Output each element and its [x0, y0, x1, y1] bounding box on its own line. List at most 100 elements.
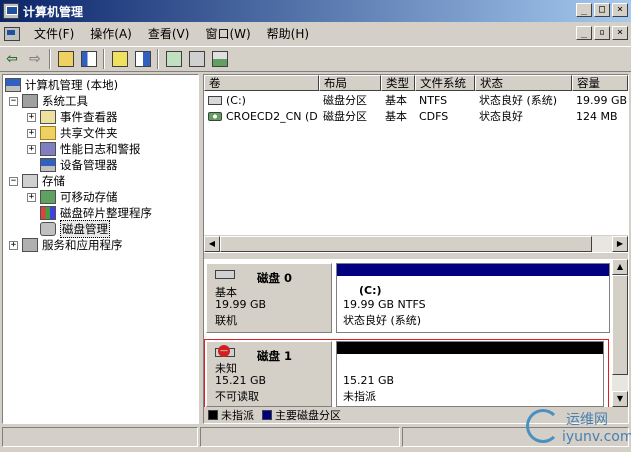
disk-size: 19.99 GB	[215, 298, 267, 311]
services-apps-icon	[22, 238, 38, 252]
tree-item-system-tools[interactable]: − 系统工具	[9, 93, 88, 109]
tree-item-label: 性能日志和警报	[60, 142, 141, 156]
child-minimize-button[interactable]: _	[576, 26, 592, 40]
removable-storage-icon	[40, 190, 56, 204]
partition-status: 未指派	[343, 390, 376, 403]
minimize-button[interactable]: _	[576, 3, 592, 17]
help-button[interactable]	[109, 48, 131, 70]
column-volume[interactable]: 卷	[204, 75, 319, 91]
tree-item-label: 设备管理器	[60, 158, 118, 172]
export-list-button[interactable]	[132, 48, 154, 70]
export-list-icon	[135, 51, 151, 67]
table-row[interactable]: (C:) 磁盘分区 基本 NTFS 状态良好 (系统) 19.99 GB	[204, 93, 628, 109]
properties-icon	[189, 51, 205, 67]
primary-partition-bar	[337, 264, 609, 276]
toolbar-separator	[49, 49, 51, 69]
status-cell	[200, 427, 400, 447]
tree-item-label: 磁盘碎片整理程序	[60, 206, 152, 220]
volume-layout: 磁盘分区	[323, 110, 367, 123]
column-filesystem[interactable]: 文件系统	[415, 75, 475, 91]
collapse-icon[interactable]: −	[9, 176, 18, 186]
event-viewer-icon	[40, 110, 56, 124]
tree-item-root[interactable]: 计算机管理 (本地)	[5, 77, 118, 93]
expand-icon[interactable]: +	[9, 240, 18, 250]
disk-settings-button[interactable]	[209, 48, 231, 70]
partition-detail: 19.99 GB NTFS	[343, 298, 426, 311]
tree-item-removable-storage[interactable]: + 可移动存储	[27, 189, 118, 205]
scroll-up-icon[interactable]: ▲	[612, 259, 628, 275]
tree-item-defrag[interactable]: 磁盘碎片整理程序	[40, 205, 152, 221]
volume-list: 卷 布局 类型 文件系统 状态 容量 (C:) 磁盘分区 基本 NTFS 状态良…	[204, 75, 628, 253]
horizontal-scrollbar[interactable]: ◀ ▶	[204, 235, 628, 252]
toolbar-separator	[103, 49, 105, 69]
disk-status: 不可读取	[215, 390, 259, 403]
volume-capacity: 124 MB	[576, 110, 618, 123]
partition-c[interactable]: (C:) 19.99 GB NTFS 状态良好 (系统)	[336, 263, 610, 333]
up-one-level-button[interactable]	[55, 48, 77, 70]
show-hide-tree-icon	[81, 51, 97, 67]
column-status[interactable]: 状态	[475, 75, 572, 91]
partition-detail: 15.21 GB	[343, 374, 395, 387]
menu-help[interactable]: 帮助(H)	[259, 24, 317, 44]
volume-capacity: 19.99 GB	[576, 94, 628, 107]
menu-window[interactable]: 窗口(W)	[197, 24, 258, 44]
disk-1-info[interactable]: 磁盘 1 未知 15.21 GB 不可读取	[206, 341, 332, 407]
table-row[interactable]: CROECD2_CN (D:) 磁盘分区 基本 CDFS 状态良好 124 MB	[204, 109, 628, 125]
forward-button[interactable]: ⇨	[24, 48, 46, 70]
child-restore-button[interactable]: ▫	[594, 26, 610, 40]
unallocated-swatch	[208, 410, 218, 420]
status-cell	[2, 427, 198, 447]
menu-file[interactable]: 文件(F)	[26, 24, 82, 44]
collapse-icon[interactable]: −	[9, 96, 18, 106]
tree-item-shared-folders[interactable]: + 共享文件夹	[27, 125, 118, 141]
vertical-scrollbar[interactable]: ▲ ▼	[612, 259, 628, 407]
child-close-button[interactable]: ×	[612, 26, 628, 40]
scroll-right-icon[interactable]: ▶	[612, 236, 628, 252]
tree-item-disk-management[interactable]: 磁盘管理	[40, 220, 110, 238]
expand-icon[interactable]: +	[27, 192, 36, 202]
back-button[interactable]: ⇦	[1, 48, 23, 70]
expand-icon[interactable]: +	[27, 144, 36, 154]
tree-item-perf-logs[interactable]: + 性能日志和警报	[27, 141, 141, 157]
system-menu-icon[interactable]	[4, 27, 20, 41]
volume-filesystem: NTFS	[419, 94, 448, 107]
computer-icon	[5, 78, 21, 92]
expand-icon[interactable]: +	[27, 112, 36, 122]
primary-partition-swatch	[262, 410, 272, 420]
maximize-button[interactable]: □	[594, 3, 610, 17]
title-bar[interactable]: 计算机管理 _ □ ×	[0, 0, 631, 22]
help-icon	[112, 51, 128, 67]
column-type[interactable]: 类型	[381, 75, 415, 91]
close-button[interactable]: ×	[612, 3, 628, 17]
disk-0-info[interactable]: 磁盘 0 基本 19.99 GB 联机	[206, 263, 332, 333]
disk-settings-icon	[212, 51, 228, 67]
column-layout[interactable]: 布局	[319, 75, 381, 91]
expand-icon[interactable]: +	[27, 128, 36, 138]
legend: 未指派 主要磁盘分区	[204, 407, 628, 423]
scroll-down-icon[interactable]: ▼	[612, 391, 628, 407]
scroll-thumb[interactable]	[220, 236, 592, 252]
volume-name: (C:)	[226, 94, 246, 107]
tree-item-label: 可移动存储	[60, 190, 118, 204]
scroll-left-icon[interactable]: ◀	[204, 236, 220, 252]
volume-name: CROECD2_CN (D:)	[226, 110, 319, 123]
show-hide-tree-button[interactable]	[78, 48, 100, 70]
refresh-button[interactable]	[163, 48, 185, 70]
scroll-thumb[interactable]	[612, 275, 628, 375]
unallocated-bar	[337, 342, 603, 354]
tree-item-label: 存储	[42, 174, 65, 188]
tree-item-services-apps[interactable]: + 服务和应用程序	[9, 237, 123, 253]
properties-button[interactable]	[186, 48, 208, 70]
tree-item-device-manager[interactable]: 设备管理器	[40, 157, 118, 173]
disk-name: 磁盘 1	[257, 349, 293, 363]
menu-action[interactable]: 操作(A)	[82, 24, 140, 44]
disk-size: 15.21 GB	[215, 374, 267, 387]
tree-item-storage[interactable]: − 存储	[9, 173, 65, 189]
column-capacity[interactable]: 容量	[572, 75, 628, 91]
unallocated-space[interactable]: 15.21 GB 未指派	[336, 341, 604, 407]
volume-filesystem: CDFS	[419, 110, 449, 123]
tree-item-event-viewer[interactable]: + 事件查看器	[27, 109, 118, 125]
disk-icon	[215, 270, 235, 279]
menu-view[interactable]: 查看(V)	[140, 24, 198, 44]
back-arrow-icon: ⇦	[6, 51, 18, 67]
